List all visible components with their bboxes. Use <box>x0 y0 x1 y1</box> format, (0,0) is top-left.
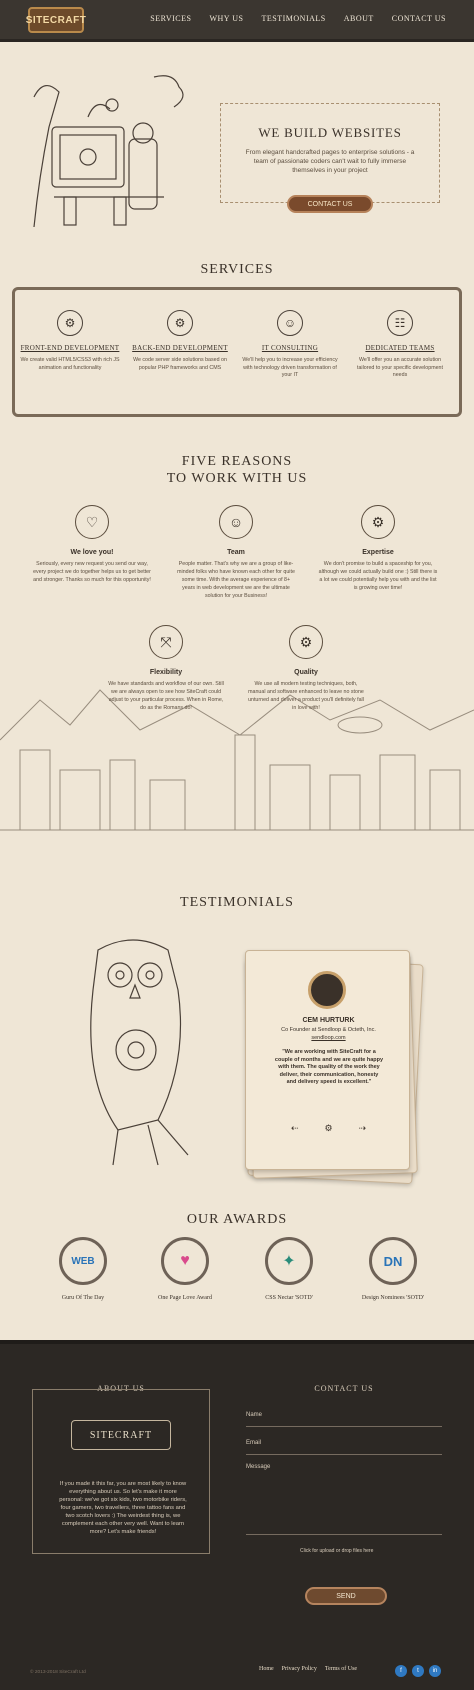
service-teams: ☷ DEDICATED TEAMS We'll offer you an acc… <box>350 310 450 380</box>
message-field[interactable] <box>246 1534 442 1535</box>
copyright: © 2013-2018 SiteCraft Ltd <box>30 1670 86 1675</box>
testimonial-quote: "We are working with SiteCraft for a cou… <box>274 1049 384 1085</box>
contact-us-title: CONTACT US <box>314 1384 374 1393</box>
name-field[interactable] <box>246 1426 442 1427</box>
name-label: Name <box>246 1412 263 1418</box>
testimonial-role: Co Founder at Sendloop & Octeth, Inc. <box>281 1027 376 1033</box>
nav-testimonials[interactable]: TESTIMONIALS <box>262 14 326 23</box>
heart-badge-icon: ♥ <box>161 1237 209 1285</box>
reason-love: ♡ We love you! Seriously, every new requ… <box>32 505 152 584</box>
reasons-title-line2: TO WORK WITH US <box>166 471 308 486</box>
award-label: Design Nominees 'SOTD' <box>361 1295 425 1301</box>
service-text: We create valid HTML5/CSS3 with rich JS … <box>20 357 120 371</box>
hero-title: WE BUILD WEBSITES <box>258 125 402 140</box>
design-nominees-badge-icon: DN <box>369 1237 417 1285</box>
service-label[interactable]: BACK-END DEVELOPMENT <box>130 344 230 352</box>
gear-icon: ⚙ <box>57 310 83 336</box>
footer-links: Home Privacy Policy Terms of Use <box>259 1666 357 1672</box>
arrow-right-icon[interactable]: ⇢ <box>358 1123 366 1134</box>
service-text: We'll offer you an accurate solution tai… <box>357 357 443 378</box>
award-guru: WEB Guru Of The Day <box>38 1237 128 1301</box>
arrows-icon: ⤧ <box>149 625 183 659</box>
message-label: Message <box>246 1464 271 1470</box>
people-gear-icon: ⚙ <box>167 310 193 336</box>
social-links: f t in <box>395 1665 441 1677</box>
awards-title: OUR AWARDS <box>186 1212 288 1227</box>
steampunk-city-illustration <box>0 689 474 831</box>
facebook-icon[interactable]: f <box>395 1665 407 1677</box>
testimonial-name: CEM HURTURK <box>302 1017 355 1024</box>
top-nav-bar: SITECRAFT SERVICES WHY US TESTIMONIALS A… <box>0 0 474 42</box>
about-us-text: If you made it this far, you are most li… <box>59 1481 187 1535</box>
reason-text: We don't promise to build a spaceship fo… <box>318 561 438 591</box>
footer-privacy-link[interactable]: Privacy Policy <box>282 1666 317 1672</box>
arrow-left-icon[interactable]: ⇠ <box>291 1123 299 1134</box>
email-field[interactable] <box>246 1454 442 1455</box>
reason-title: We love you! <box>70 549 114 556</box>
robot-illustration <box>33 75 184 228</box>
reasons-title-line1: FIVE REASONS <box>181 454 293 469</box>
footer: ABOUT US SITECRAFT If you made it this f… <box>0 1340 474 1690</box>
award-design-nominees: DN Design Nominees 'SOTD' <box>348 1237 438 1301</box>
reason-title: Expertise <box>362 549 394 556</box>
nav-links: SERVICES WHY US TESTIMONIALS ABOUT CONTA… <box>150 14 446 23</box>
linkedin-icon[interactable]: in <box>429 1665 441 1677</box>
service-backend: ⚙ BACK-END DEVELOPMENT We code server si… <box>130 310 230 372</box>
reason-title: Quality <box>294 669 318 676</box>
css-nectar-badge-icon: ✦ <box>265 1237 313 1285</box>
footer-home-link[interactable]: Home <box>259 1666 274 1672</box>
nav-services[interactable]: SERVICES <box>150 14 191 23</box>
testimonials-title: TESTIMONIALS <box>180 895 294 910</box>
award-label: CSS Nectar 'SOTD' <box>265 1295 313 1301</box>
service-label: DEDICATED TEAMS <box>365 344 435 352</box>
service-text: We code server side solutions based on p… <box>133 357 227 371</box>
award-one-page-love: ♥ One Page Love Award <box>140 1237 230 1301</box>
nav-why-us[interactable]: WHY US <box>209 14 243 23</box>
testimonial-card-stack: CEM HURTURK Co Founder at Sendloop & Oct… <box>245 950 424 1190</box>
footer-logo: SITECRAFT <box>71 1420 171 1450</box>
heart-icon: ♡ <box>75 505 109 539</box>
gear-icon: ⚙ <box>324 1123 333 1133</box>
nav-contact-us[interactable]: CONTACT US <box>392 14 446 23</box>
presenter-icon: ☷ <box>387 310 413 336</box>
about-us-frame: SITECRAFT If you made it this far, you a… <box>32 1389 210 1554</box>
team-icon: ☺ <box>277 310 303 336</box>
mechanical-owl-illustration <box>90 939 189 1166</box>
service-text: We'll help you to increase your efficien… <box>242 357 338 378</box>
reason-title: Flexibility <box>149 669 183 676</box>
email-label: Email <box>246 1440 262 1446</box>
team-icon: ☺ <box>219 505 253 539</box>
web-guru-badge-icon: WEB <box>59 1237 107 1285</box>
service-label: IT CONSULTING <box>261 344 319 352</box>
award-label: Guru Of The Day <box>61 1295 105 1301</box>
reason-team: ☺ Team People matter. That's why we are … <box>176 505 296 600</box>
service-label[interactable]: FRONT-END DEVELOPMENT <box>20 344 120 352</box>
gear-check-icon: ⚙ <box>289 625 323 659</box>
twitter-icon[interactable]: t <box>412 1665 424 1677</box>
send-button[interactable]: SEND <box>305 1587 387 1605</box>
testimonial-site-link[interactable]: sendloop.com <box>246 1035 411 1041</box>
contact-us-button[interactable]: CONTACT US <box>287 195 373 213</box>
site-logo[interactable]: SITECRAFT <box>26 7 86 33</box>
reason-text: People matter. That's why we are a group… <box>177 561 295 599</box>
brain-gear-icon: ⚙ <box>361 505 395 539</box>
nav-about[interactable]: ABOUT <box>344 14 374 23</box>
service-consulting: ☺ IT CONSULTING We'll help you to increa… <box>240 310 340 380</box>
testimonial-controls: ⇠ ⚙ ⇢ <box>291 1123 366 1134</box>
footer-terms-link[interactable]: Terms of Use <box>325 1666 357 1672</box>
award-css-nectar: ✦ CSS Nectar 'SOTD' <box>244 1237 334 1301</box>
reason-expertise: ⚙ Expertise We don't promise to build a … <box>318 505 438 592</box>
reason-text: Seriously, every new request you send ou… <box>33 561 151 583</box>
avatar <box>308 971 346 1009</box>
hero-description: From elegant handcrafted pages to enterp… <box>245 149 415 174</box>
file-upload-dropzone[interactable]: Click for upload or drop files here <box>300 1548 373 1554</box>
testimonial-card: CEM HURTURK Co Founder at Sendloop & Oct… <box>245 950 410 1170</box>
reason-title: Team <box>227 549 245 556</box>
services-title: SERVICES <box>200 262 274 277</box>
service-frontend: ⚙ FRONT-END DEVELOPMENT We create valid … <box>20 310 120 372</box>
award-label: One Page Love Award <box>158 1295 212 1301</box>
